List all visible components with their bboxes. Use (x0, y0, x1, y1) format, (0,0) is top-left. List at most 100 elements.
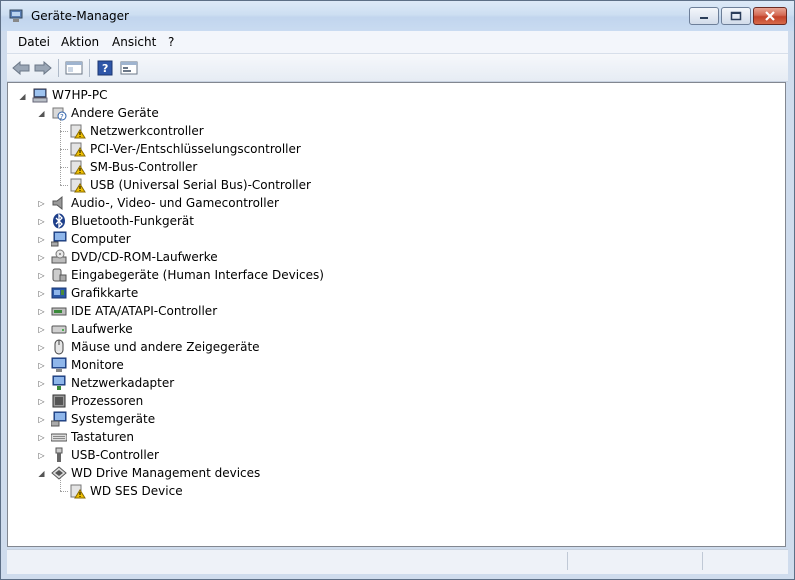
properties-icon[interactable] (119, 58, 139, 78)
tree-category[interactable]: Bluetooth-Funkgerät (51, 212, 194, 230)
ide-controller-icon (51, 303, 67, 319)
tree-connector (60, 118, 61, 185)
menu-ansicht[interactable]: Ansicht (112, 35, 156, 49)
svg-text:?: ? (102, 62, 108, 75)
expand-icon[interactable]: ▷ (37, 235, 46, 244)
tree-connector (60, 478, 61, 491)
tree-category[interactable]: WD Drive Management devices (51, 464, 260, 482)
tree-category[interactable]: DVD/CD-ROM-Laufwerke (51, 248, 218, 266)
tree-category[interactable]: Systemgeräte (50, 410, 155, 428)
tree-category[interactable]: Mäuse und andere Zeigegeräte (51, 338, 260, 356)
device-manager-window: Geräte-Manager Datei Aktion Ansicht ? ? (0, 0, 795, 580)
category-label: USB-Controller (71, 448, 159, 462)
expand-icon[interactable]: ▷ (37, 361, 46, 370)
tree-category[interactable]: IDE ATA/ATAPI-Controller (51, 302, 217, 320)
category-label: IDE ATA/ATAPI-Controller (71, 304, 218, 318)
tree-root[interactable]: W7HP-PC (32, 86, 107, 104)
computer-icon (32, 87, 48, 103)
tree-connector (60, 491, 68, 492)
hid-icon (51, 267, 67, 283)
tree-category[interactable]: Laufwerke (51, 320, 133, 338)
category-label: Prozessoren (71, 394, 144, 408)
root-label: W7HP-PC (52, 88, 108, 102)
tree-category[interactable]: Monitore (51, 356, 124, 374)
processor-icon (51, 393, 67, 409)
warning-device-icon (70, 177, 86, 193)
help-icon[interactable]: ? (95, 58, 115, 78)
title-bar[interactable]: Geräte-Manager (1, 1, 794, 31)
tree-connector (60, 149, 68, 150)
toolbar-separator (58, 59, 59, 77)
toolbar-separator (89, 59, 90, 77)
category-label: Audio-, Video- und Gamecontroller (71, 196, 279, 210)
menu-help[interactable]: ? (168, 35, 174, 49)
display-adapter-icon (51, 285, 67, 301)
category-label: Andere Geräte (71, 106, 159, 120)
back-arrow-icon[interactable] (11, 58, 31, 78)
maximize-button[interactable] (721, 7, 751, 25)
warning-device-icon (70, 159, 86, 175)
tree-device[interactable]: PCI-Ver-/Entschlüsselungscontroller (70, 140, 301, 158)
disk-drive-icon (51, 321, 67, 337)
dvd-drive-icon (51, 249, 67, 265)
tree-category[interactable]: Audio-, Video- und Gamecontroller (51, 194, 279, 212)
collapse-icon[interactable]: ◢ (18, 92, 27, 101)
menu-aktion[interactable]: Aktion (61, 35, 99, 49)
tree-device[interactable]: Netzwerkcontroller (70, 122, 204, 140)
collapse-icon[interactable]: ◢ (37, 469, 46, 478)
category-label: Netzwerkadapter (71, 376, 175, 390)
device-label: PCI-Ver-/Entschlüsselungscontroller (90, 142, 301, 156)
minimize-button[interactable] (689, 7, 719, 25)
expand-icon[interactable]: ▷ (37, 379, 46, 388)
expand-icon[interactable]: ▷ (37, 325, 46, 334)
tree-category[interactable]: Netzwerkadapter (51, 374, 174, 392)
collapse-icon[interactable]: ◢ (37, 109, 46, 118)
tree-category[interactable]: ? Andere Geräte (51, 104, 159, 122)
tree-device[interactable]: SM-Bus-Controller (70, 158, 197, 176)
category-label: Computer (71, 232, 131, 246)
tree-connector (60, 185, 68, 186)
monitor-icon (51, 357, 67, 373)
tree-category[interactable]: USB-Controller (51, 446, 159, 464)
device-label: SM-Bus-Controller (90, 160, 198, 174)
expand-icon[interactable]: ▷ (37, 307, 46, 316)
expand-icon[interactable]: ▷ (37, 253, 46, 262)
expand-icon[interactable]: ▷ (37, 415, 46, 424)
category-label: Grafikkarte (71, 286, 139, 300)
network-adapter-icon (51, 375, 67, 391)
tree-category[interactable]: Grafikkarte (51, 284, 138, 302)
category-label: Laufwerke (71, 322, 133, 336)
device-label: Netzwerkcontroller (90, 124, 204, 138)
warning-device-icon (70, 141, 86, 157)
tree-category[interactable]: Computer (50, 230, 131, 248)
device-manager-icon (9, 9, 25, 23)
close-button[interactable] (753, 7, 787, 25)
expand-icon[interactable]: ▷ (37, 217, 46, 226)
device-tree[interactable]: ◢ W7HP-PC ◢? Andere Geräte Netzwerkcontrol… (7, 82, 786, 547)
console-tree-icon[interactable] (64, 58, 84, 78)
mouse-icon (51, 339, 67, 355)
menu-bar: Datei Aktion Ansicht ? (7, 31, 788, 54)
forward-arrow-icon[interactable] (33, 58, 53, 78)
category-label: DVD/CD-ROM-Laufwerke (71, 250, 218, 264)
expand-icon[interactable]: ▷ (37, 289, 46, 298)
tree-category[interactable]: Tastaturen (50, 428, 134, 446)
tree-device[interactable]: WD SES Device (70, 482, 183, 500)
expand-icon[interactable]: ▷ (37, 451, 46, 460)
warning-device-icon (70, 483, 86, 499)
speaker-icon (51, 195, 67, 211)
warning-device-icon (70, 123, 86, 139)
expand-icon[interactable]: ▷ (37, 271, 46, 280)
status-panel (702, 552, 788, 570)
tree-category[interactable]: Prozessoren (51, 392, 143, 410)
expand-icon[interactable]: ▷ (37, 199, 46, 208)
expand-icon[interactable]: ▷ (37, 397, 46, 406)
category-label: WD Drive Management devices (71, 466, 261, 480)
menu-datei[interactable]: Datei (18, 35, 50, 49)
expand-icon[interactable]: ▷ (37, 343, 46, 352)
tree-device[interactable]: USB (Universal Serial Bus)-Controller (70, 176, 311, 194)
unknown-device-icon: ? (51, 105, 67, 121)
expand-icon[interactable]: ▷ (37, 433, 46, 442)
tree-connector (60, 131, 68, 132)
tree-category[interactable]: Eingabegeräte (Human Interface Devices) (51, 266, 324, 284)
